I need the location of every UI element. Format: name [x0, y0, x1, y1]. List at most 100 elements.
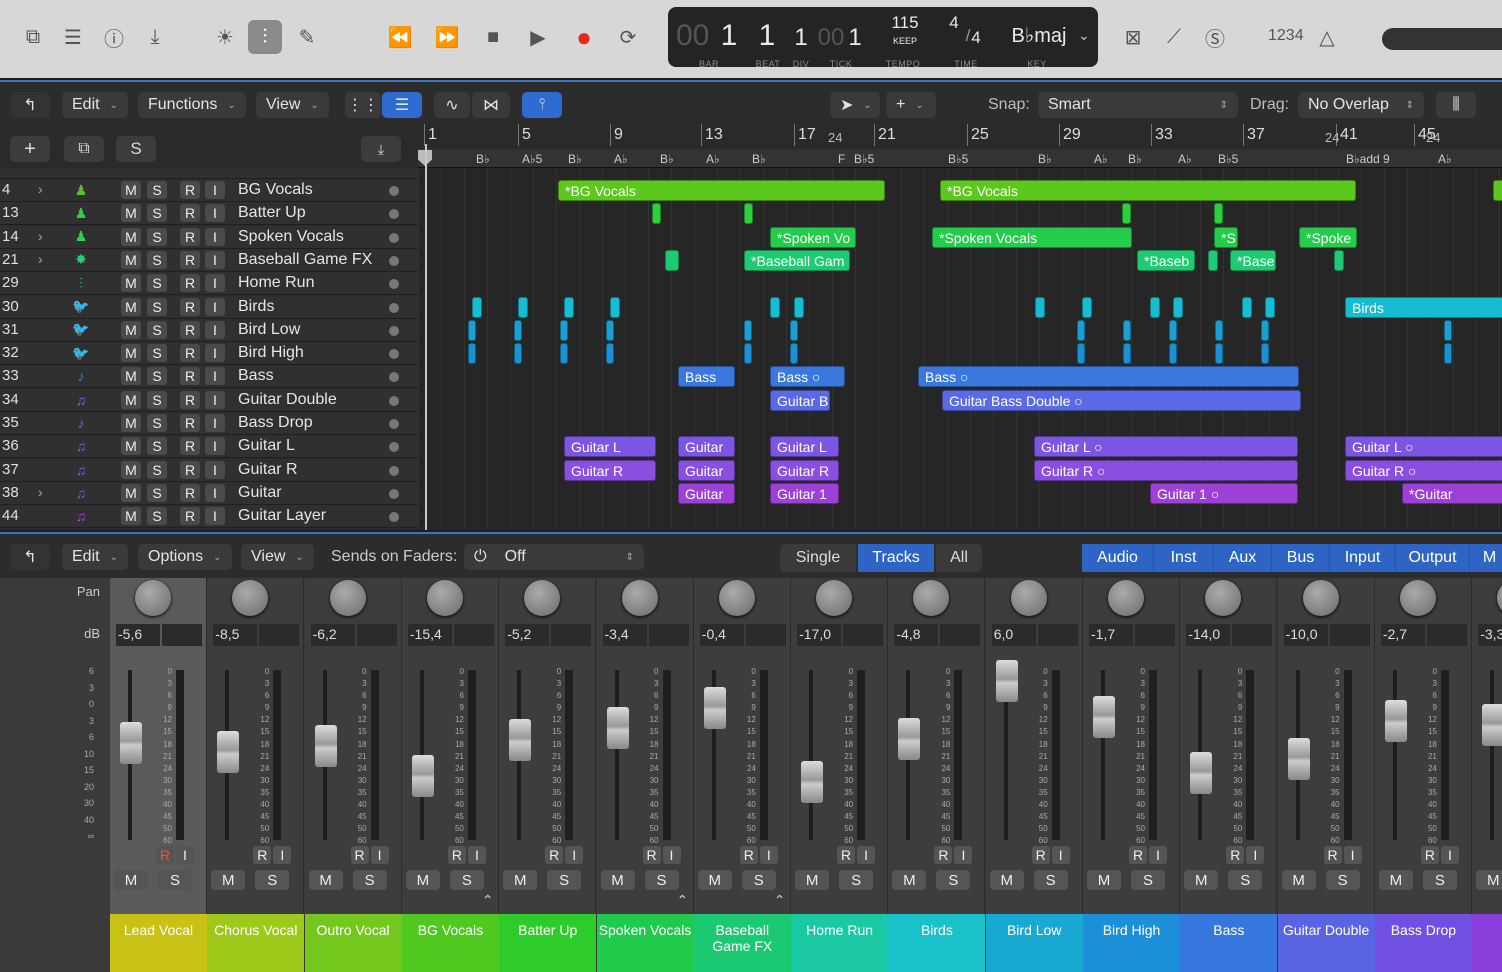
volume-value[interactable]: -3,3: [1478, 624, 1502, 646]
track-s-button[interactable]: S: [147, 227, 167, 246]
region[interactable]: [1169, 343, 1177, 365]
score-icon[interactable]: Ⓢ: [1198, 20, 1232, 54]
track-row[interactable]: 32 🐦 M S R I Bird High: [0, 342, 418, 366]
chord-label[interactable]: B♭add 9: [1346, 152, 1390, 166]
track-record-dot[interactable]: [389, 325, 399, 336]
region[interactable]: [468, 319, 476, 341]
functions-menu[interactable]: Functions ⌄: [138, 92, 246, 118]
mute-button[interactable]: M: [503, 870, 538, 890]
pan-knob[interactable]: [913, 580, 950, 616]
track-r-button[interactable]: R: [180, 460, 200, 479]
volume-fader[interactable]: [120, 722, 142, 765]
solo-button[interactable]: S: [449, 870, 484, 890]
pan-knob[interactable]: [1108, 580, 1144, 616]
volume-fader[interactable]: [1482, 704, 1502, 747]
mute-button[interactable]: M: [795, 870, 830, 890]
pointer-tool-icon[interactable]: ➤ ⌄: [830, 92, 880, 118]
disclosure-icon[interactable]: ›: [38, 484, 43, 500]
track-row[interactable]: 34 ♫ M S R I Guitar Double: [0, 388, 418, 412]
chord-label[interactable]: B♭5: [1218, 152, 1238, 166]
volume-value[interactable]: -8,5: [213, 624, 258, 646]
track-i-button[interactable]: I: [205, 320, 225, 339]
drag-select[interactable]: No Overlap ⇕: [1298, 92, 1424, 118]
region[interactable]: Guitar: [678, 459, 735, 481]
track-s-button[interactable]: S: [147, 367, 167, 386]
volume-value[interactable]: 6,0: [991, 624, 1036, 646]
track-m-button[interactable]: M: [121, 390, 141, 409]
track-r-button[interactable]: R: [180, 250, 200, 269]
mute-button[interactable]: M: [600, 870, 635, 890]
region[interactable]: Guitar 1 ○: [1150, 482, 1298, 504]
track-m-button[interactable]: M: [121, 414, 141, 432]
region[interactable]: [1077, 319, 1085, 341]
track-i-button[interactable]: I: [205, 483, 225, 502]
region[interactable]: Guitar L ○: [1034, 436, 1298, 458]
track-m-button[interactable]: M: [121, 297, 141, 316]
channel-name[interactable]: Bird Low: [985, 914, 1083, 972]
mute-button[interactable]: M: [308, 870, 343, 890]
chord-label[interactable]: B♭: [1128, 152, 1142, 166]
region[interactable]: *Baseb: [1137, 249, 1195, 271]
tracks-grid[interactable]: *BG Vocals *BG Vocals *Spoken Vo *Spoken Vo…: [418, 168, 1502, 530]
help-icon[interactable]: ⓘ: [97, 20, 131, 54]
region[interactable]: Guitar R ○: [1034, 459, 1298, 481]
region[interactable]: Guitar L: [770, 436, 839, 458]
track-r-button[interactable]: R: [180, 507, 200, 526]
region[interactable]: [1082, 296, 1092, 318]
track-s-button[interactable]: S: [147, 181, 167, 199]
chord-label[interactable]: A♭: [1178, 152, 1192, 166]
track-m-button[interactable]: M: [121, 181, 141, 199]
chord-label[interactable]: A♭: [1094, 152, 1108, 166]
track-i-button[interactable]: I: [205, 181, 225, 199]
input-monitor-button[interactable]: I: [565, 846, 584, 864]
automation-icon[interactable]: ∿: [434, 92, 470, 118]
track-r-button[interactable]: R: [180, 437, 200, 456]
track-row[interactable]: 30 🐦 M S R I Birds: [0, 295, 418, 319]
track-r-button[interactable]: R: [180, 344, 200, 363]
playhead[interactable]: [425, 144, 427, 530]
inspector-icon[interactable]: ☰: [56, 20, 90, 54]
region[interactable]: [1035, 296, 1045, 318]
track-record-dot[interactable]: [389, 512, 399, 523]
track-r-button[interactable]: R: [180, 297, 200, 316]
type-filter-m[interactable]: M: [1470, 544, 1502, 572]
region[interactable]: [744, 319, 752, 341]
record-enable-button[interactable]: R: [1226, 846, 1245, 864]
catch-icon[interactable]: ⫯: [522, 92, 562, 118]
track-record-dot[interactable]: [389, 395, 399, 406]
chord-label[interactable]: B♭: [660, 152, 674, 166]
solo-button[interactable]: S: [1325, 870, 1360, 890]
solo-button[interactable]: S: [158, 870, 192, 890]
pan-knob[interactable]: [1302, 580, 1339, 616]
volume-fader[interactable]: [703, 686, 726, 729]
input-monitor-button[interactable]: I: [759, 846, 778, 864]
volume-value[interactable]: -0,4: [699, 624, 744, 646]
region[interactable]: *Guitar: [1402, 482, 1502, 504]
region[interactable]: [606, 319, 614, 341]
track-i-button[interactable]: I: [205, 274, 225, 293]
mute-button[interactable]: M: [211, 870, 246, 890]
solo-button[interactable]: S: [839, 870, 874, 890]
track-row[interactable]: 13 ♟ M S R I Batter Up: [0, 202, 418, 226]
track-m-button[interactable]: M: [121, 344, 141, 363]
region[interactable]: [1123, 343, 1131, 365]
stop-icon[interactable]: ■: [476, 20, 510, 54]
region[interactable]: *S: [1214, 226, 1238, 248]
track-m-button[interactable]: M: [121, 320, 141, 339]
volume-value[interactable]: -5,2: [505, 624, 550, 646]
chord-label[interactable]: A♭5: [522, 152, 542, 166]
region[interactable]: [1261, 319, 1269, 341]
chord-label[interactable]: B♭: [568, 152, 582, 166]
options-menu[interactable]: Options ⌄: [138, 544, 232, 570]
track-s-button[interactable]: S: [147, 507, 167, 526]
input-monitor-button[interactable]: I: [176, 846, 194, 864]
region[interactable]: [794, 296, 804, 318]
channel-name[interactable]: Lead Vocal: [110, 914, 207, 972]
track-row[interactable]: 33 ♪ M S R I Bass: [0, 365, 418, 389]
mixer-view-menu[interactable]: View ⌄: [241, 544, 314, 570]
region[interactable]: *Base: [1230, 249, 1276, 271]
track-row[interactable]: 29 ⫶ M S R I Home Run: [0, 272, 418, 296]
region[interactable]: Guitar R ○: [1345, 459, 1502, 481]
channel-name[interactable]: Batter Up: [499, 914, 597, 972]
region[interactable]: Guitar L ○: [1345, 436, 1502, 458]
